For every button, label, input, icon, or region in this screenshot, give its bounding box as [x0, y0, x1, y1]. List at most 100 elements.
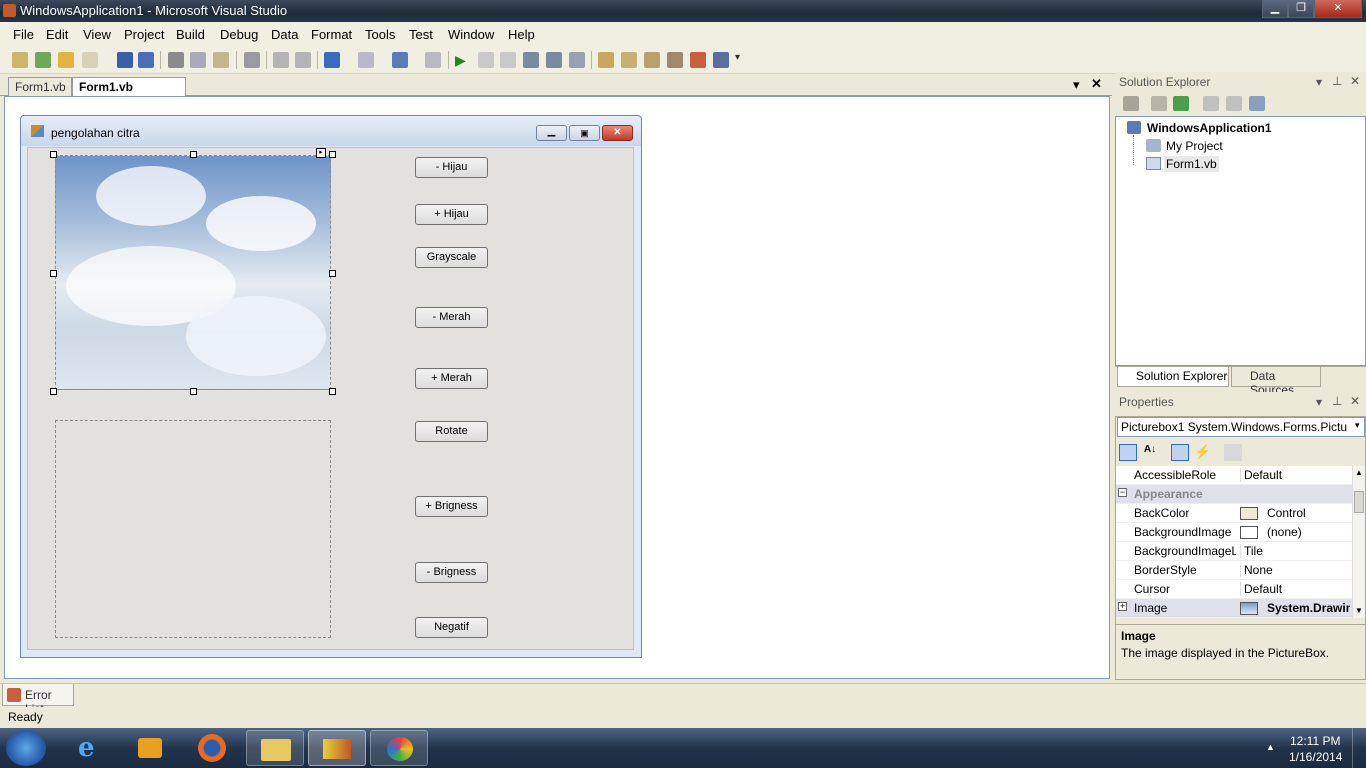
- minimize-button[interactable]: ▁: [1262, 0, 1288, 18]
- menu-help[interactable]: Help: [508, 27, 535, 42]
- start-page-icon[interactable]: [713, 52, 729, 68]
- toolbox-icon[interactable]: [667, 52, 683, 68]
- clock-time[interactable]: 12:11 PM: [1290, 734, 1340, 748]
- new-project-icon[interactable]: [12, 52, 28, 68]
- property-value[interactable]: (none): [1264, 525, 1350, 539]
- show-all-files-icon[interactable]: [1151, 96, 1167, 111]
- menu-data[interactable]: Data: [271, 27, 298, 42]
- open-file-icon[interactable]: [58, 52, 74, 68]
- tab-error-list[interactable]: Error List: [2, 684, 74, 716]
- categorized-icon[interactable]: [1119, 444, 1137, 461]
- navigate-forward-icon[interactable]: [425, 52, 441, 68]
- property-row[interactable]: BackColor Control: [1116, 504, 1352, 523]
- auto-hide-pin-icon[interactable]: ⊥: [1332, 394, 1342, 408]
- tree-item-form1[interactable]: Form1.vb: [1164, 156, 1219, 172]
- step-over-icon[interactable]: [546, 52, 562, 68]
- find-icon[interactable]: [244, 52, 260, 68]
- picturebox1[interactable]: [55, 155, 331, 390]
- negatif-button[interactable]: Negatif: [415, 617, 488, 638]
- resize-handle[interactable]: [329, 151, 336, 158]
- resize-handle[interactable]: [190, 151, 197, 158]
- plus-merah-button[interactable]: + Merah: [415, 368, 488, 389]
- expand-icon[interactable]: +: [1118, 602, 1127, 611]
- tree-solution-node[interactable]: WindowsApplication1: [1147, 121, 1272, 135]
- clock-date[interactable]: 1/16/2014: [1289, 750, 1342, 764]
- object-browser-icon[interactable]: [644, 52, 660, 68]
- property-row[interactable]: AccessibleRole Default: [1116, 466, 1352, 485]
- menu-debug[interactable]: Debug: [220, 27, 258, 42]
- events-icon[interactable]: ⚡: [1194, 444, 1212, 461]
- picturebox2[interactable]: [55, 420, 331, 638]
- save-all-icon[interactable]: [138, 52, 154, 68]
- visual-studio-taskbar-icon[interactable]: [308, 730, 366, 766]
- redo-icon[interactable]: [358, 52, 374, 68]
- menu-view[interactable]: View: [83, 27, 111, 42]
- scroll-up-icon[interactable]: ▲: [1355, 468, 1363, 477]
- minus-brigness-button[interactable]: - Brigness: [415, 562, 488, 583]
- step-out-icon[interactable]: [569, 52, 585, 68]
- undo-icon[interactable]: [324, 52, 340, 68]
- property-row[interactable]: BackgroundImage (none): [1116, 523, 1352, 542]
- resize-handle[interactable]: [190, 388, 197, 395]
- smart-tag-icon[interactable]: ▸: [316, 148, 326, 158]
- plus-hijau-button[interactable]: + Hijau: [415, 204, 488, 225]
- properties-window-icon[interactable]: [621, 52, 637, 68]
- step-into-icon[interactable]: [523, 52, 539, 68]
- plus-brigness-button[interactable]: + Brigness: [415, 496, 488, 517]
- property-value[interactable]: Tile: [1240, 544, 1350, 558]
- explorer-taskbar-icon[interactable]: [246, 730, 304, 766]
- error-list-icon[interactable]: [690, 52, 706, 68]
- properties-view-icon[interactable]: [1171, 444, 1189, 461]
- tree-item-my-project[interactable]: My Project: [1166, 139, 1223, 153]
- property-row[interactable]: Cursor Default: [1116, 580, 1352, 599]
- grayscale-button[interactable]: Grayscale: [415, 247, 488, 268]
- property-value[interactable]: System.Drawin: [1264, 601, 1350, 615]
- property-category-row[interactable]: − Appearance: [1116, 485, 1352, 504]
- close-panel-icon[interactable]: ✕: [1350, 74, 1360, 88]
- menu-build[interactable]: Build: [176, 27, 205, 42]
- menu-project[interactable]: Project: [124, 27, 164, 42]
- tab-solution-explorer[interactable]: Solution Explorer: [1117, 367, 1229, 387]
- scroll-down-icon[interactable]: ▼: [1355, 606, 1363, 615]
- tab-list-dropdown-icon[interactable]: ▾: [1073, 77, 1080, 93]
- close-window-button[interactable]: ✕: [1314, 0, 1362, 18]
- property-grid-scrollbar[interactable]: ▲ ▼: [1352, 466, 1365, 618]
- tab-form1-code[interactable]: Form1.vb: [8, 77, 72, 96]
- view-code-icon[interactable]: [1203, 96, 1219, 111]
- resize-handle[interactable]: [50, 388, 57, 395]
- save-icon[interactable]: [117, 52, 133, 68]
- menu-edit[interactable]: Edit: [46, 27, 68, 42]
- firefox-taskbar-icon[interactable]: [184, 730, 242, 766]
- menu-window[interactable]: Window: [448, 27, 494, 42]
- resize-handle[interactable]: [50, 151, 57, 158]
- menu-file[interactable]: File: [13, 27, 34, 42]
- add-item-icon[interactable]: [35, 52, 51, 68]
- close-panel-icon[interactable]: ✕: [1350, 394, 1360, 408]
- view-designer-icon[interactable]: [1226, 96, 1242, 111]
- property-value[interactable]: Default: [1240, 582, 1350, 596]
- menu-format[interactable]: Format: [311, 27, 352, 42]
- media-player-taskbar-icon[interactable]: [122, 730, 180, 766]
- close-tab-icon[interactable]: ✕: [1091, 76, 1102, 92]
- toolbar-overflow-icon[interactable]: ▾: [735, 52, 745, 68]
- class-diagram-icon[interactable]: [1249, 96, 1265, 111]
- cut-icon[interactable]: [168, 52, 184, 68]
- minus-merah-button[interactable]: - Merah: [415, 307, 488, 328]
- property-value[interactable]: Default: [1240, 468, 1350, 482]
- minus-hijau-button[interactable]: - Hijau: [415, 157, 488, 178]
- property-pages-icon[interactable]: [1224, 444, 1242, 461]
- chevron-down-icon[interactable]: ▾: [1355, 420, 1360, 431]
- menu-tools[interactable]: Tools: [365, 27, 395, 42]
- property-value[interactable]: None: [1240, 563, 1350, 577]
- tab-form1-design[interactable]: Form1.vb [Design]: [72, 77, 186, 108]
- scrollbar-thumb[interactable]: [1354, 491, 1364, 513]
- maximize-button[interactable]: ❐: [1288, 0, 1314, 18]
- property-row[interactable]: BorderStyle None: [1116, 561, 1352, 580]
- start-debugging-icon[interactable]: ▶: [455, 52, 471, 68]
- show-hidden-icons[interactable]: ▲: [1266, 742, 1275, 752]
- window-position-icon[interactable]: ▾: [1316, 75, 1322, 89]
- stop-icon[interactable]: [500, 52, 516, 68]
- paint-taskbar-icon[interactable]: [370, 730, 428, 766]
- rotate-button[interactable]: Rotate: [415, 421, 488, 442]
- align-icon[interactable]: [273, 52, 289, 68]
